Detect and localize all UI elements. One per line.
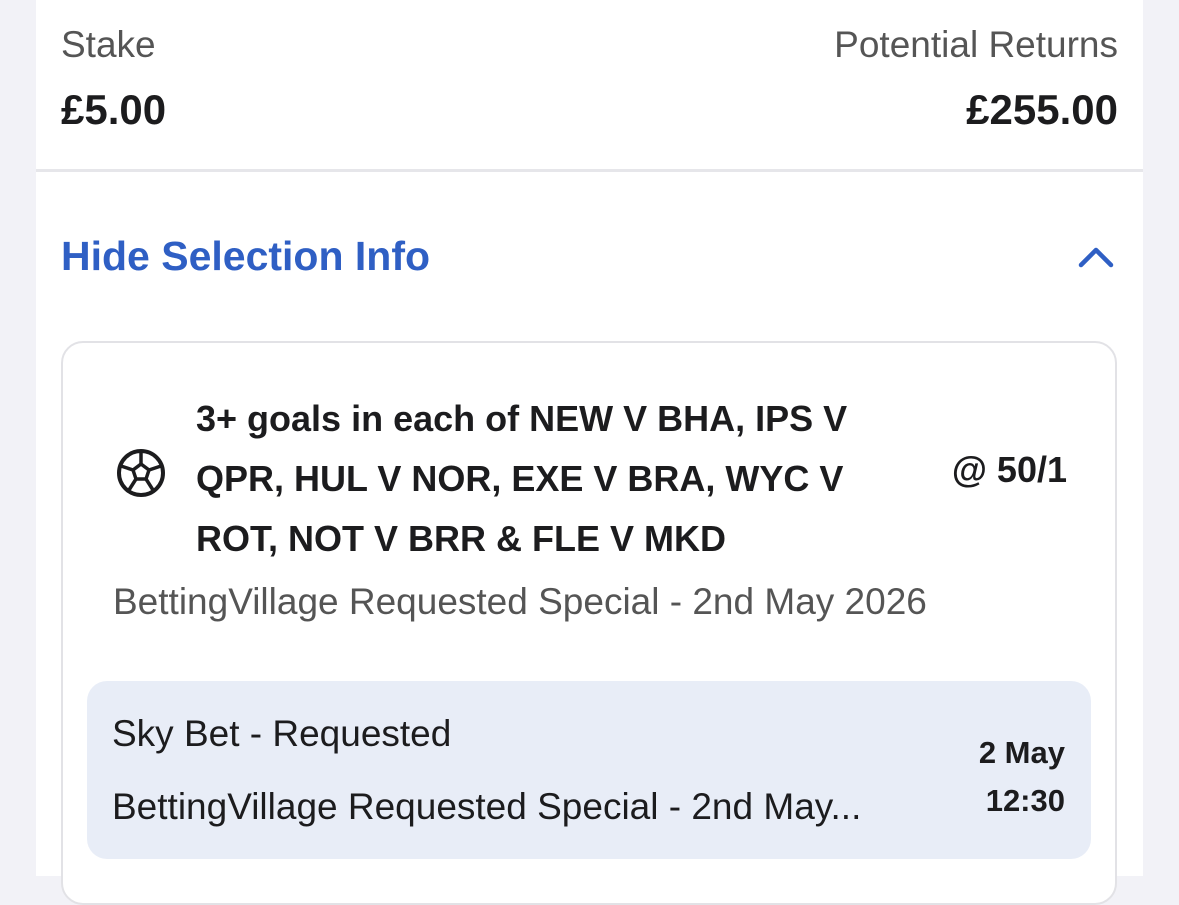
market-datetime: 2 May 12:30 [979, 729, 1065, 825]
selection-event: BettingVillage Requested Special - 2nd M… [113, 581, 927, 622]
hide-selection-info-label: Hide Selection Info [61, 233, 431, 279]
hide-selection-info-toggle[interactable]: Hide Selection Info [61, 225, 1118, 295]
chevron-up-icon[interactable] [1076, 239, 1116, 273]
market-event: BettingVillage Requested Special - 2nd M… [112, 786, 862, 827]
bet-card: Stake Potential Returns £5.00 £255.00 Hi… [36, 0, 1143, 905]
football-icon [117, 449, 165, 497]
selection-box: 3+ goals in each of NEW V BHA, IPS V QPR… [61, 341, 1117, 905]
potential-returns-value: £255.00 [966, 86, 1118, 133]
market-provider: Sky Bet - Requested [112, 713, 452, 754]
market-date: 2 May [978, 735, 1065, 770]
stake-label: Stake [61, 24, 156, 65]
stake-value: £5.00 [61, 86, 167, 133]
potential-returns-label: Potential Returns [834, 24, 1118, 65]
market-info-box: Sky Bet - Requested BettingVillage Reque… [87, 681, 1091, 859]
divider [36, 169, 1143, 172]
stake-row: Stake Potential Returns £5.00 £255.00 [61, 0, 1118, 170]
selection-odds: @ 50/1 [951, 449, 1067, 490]
selection-description: 3+ goals in each of NEW V BHA, IPS V QPR… [196, 398, 848, 559]
market-time: 12:30 [985, 783, 1065, 818]
